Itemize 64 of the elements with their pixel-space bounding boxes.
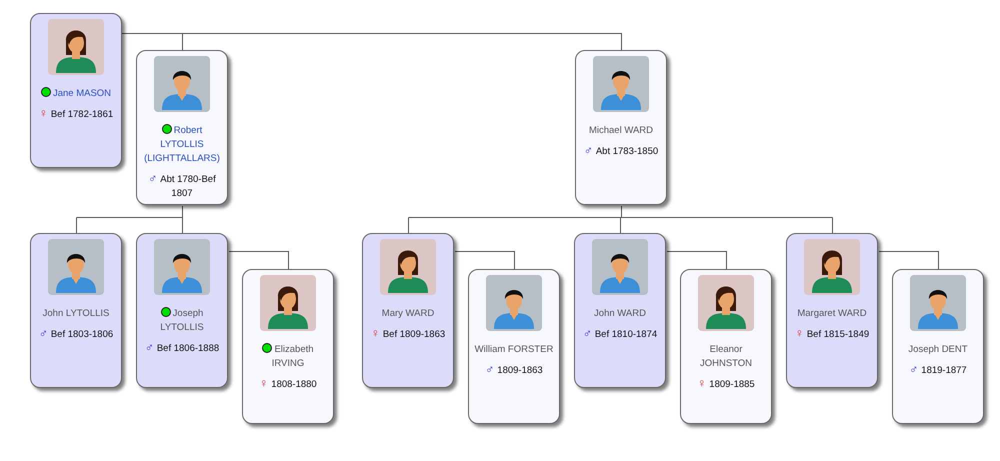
connector-line xyxy=(228,251,289,270)
life-dates: 1819-1877 xyxy=(921,365,967,376)
female-symbol: ♀ xyxy=(794,326,804,340)
life-dates: 1809-1863 xyxy=(497,365,543,376)
woman-avatar-icon xyxy=(698,275,754,331)
person-card[interactable]: John WARD ♂ Bef 1810-1874 xyxy=(574,233,666,388)
person-card[interactable]: Eleanor JOHNSTON ♀ 1809-1885 xyxy=(680,269,772,424)
man-avatar-icon xyxy=(154,56,210,112)
life-dates: Bef 1815-1849 xyxy=(806,329,870,340)
life-dates: 1808-1880 xyxy=(271,379,317,390)
person-name[interactable]: Jane MASON xyxy=(34,87,118,101)
woman-avatar-icon xyxy=(48,19,104,75)
man-avatar-icon xyxy=(154,239,210,295)
person-name: Joseph LYTOLLIS xyxy=(159,307,205,335)
person-card[interactable]: Elizabeth IRVING ♀ 1808-1880 xyxy=(242,269,334,424)
woman-avatar-icon xyxy=(260,275,316,331)
person-card[interactable]: Jane MASON ♀ Bef 1782-1861 xyxy=(30,13,122,168)
life-dates: Bef 1810-1874 xyxy=(594,329,658,340)
life-dates: Bef 1803-1806 xyxy=(50,329,114,340)
man-avatar-icon xyxy=(593,56,649,112)
male-symbol: ♂ xyxy=(909,362,918,376)
man-avatar-icon xyxy=(910,275,966,331)
female-symbol: ♀ xyxy=(259,376,268,390)
person-name: John WARD xyxy=(593,307,647,321)
man-avatar-icon xyxy=(486,275,542,331)
connector-line xyxy=(454,251,515,270)
connector-line xyxy=(666,251,727,270)
male-symbol: ♂ xyxy=(582,326,592,340)
female-symbol: ♀ xyxy=(370,326,380,340)
person-name: William FORSTER xyxy=(474,343,554,357)
person-name: Joseph DENT xyxy=(907,343,969,357)
person-card[interactable]: Margaret WARD ♀ Bef 1815-1849 xyxy=(786,233,878,388)
male-symbol: ♂ xyxy=(485,362,494,376)
life-dates: 1809-1885 xyxy=(709,379,755,390)
life-dates: Bef 1782-1861 xyxy=(50,109,114,120)
person-card[interactable]: Joseph DENT ♂ 1819-1877 xyxy=(892,269,984,424)
person-name[interactable]: Robert LYTOLLIS (LIGHTTALLARS) xyxy=(140,124,224,166)
person-name: John LYTOLLIS xyxy=(42,307,110,321)
life-dates: Bef 1809-1863 xyxy=(382,329,446,340)
male-symbol: ♂ xyxy=(584,143,593,157)
connector-line xyxy=(878,251,939,270)
person-name: Margaret WARD xyxy=(796,307,868,321)
life-dates: Abt 1780-Bef 1807 xyxy=(160,174,216,199)
person-card[interactable]: Mary WARD ♀ Bef 1809-1863 xyxy=(362,233,454,388)
person-name: Eleanor JOHNSTON xyxy=(698,343,754,371)
female-symbol: ♀ xyxy=(38,106,48,120)
person-card[interactable]: Joseph LYTOLLIS ♂ Bef 1806-1888 xyxy=(136,233,228,388)
woman-avatar-icon xyxy=(804,239,860,295)
life-dates: Abt 1783-1850 xyxy=(596,146,658,157)
person-name: Mary WARD xyxy=(380,307,436,321)
male-symbol: ♂ xyxy=(144,340,154,354)
person-name: Elizabeth IRVING xyxy=(246,343,330,371)
man-avatar-icon xyxy=(48,239,104,295)
male-symbol: ♂ xyxy=(148,171,158,185)
person-card[interactable]: Robert LYTOLLIS (LIGHTTALLARS) ♂ Abt 1780-Bef 1807 xyxy=(136,50,228,205)
man-avatar-icon xyxy=(592,239,648,295)
life-dates: Bef 1806-1888 xyxy=(156,343,220,354)
person-card[interactable]: Michael WARD ♂ Abt 1783-1850 xyxy=(575,50,667,205)
person-name: Michael WARD xyxy=(588,124,654,138)
person-card[interactable]: William FORSTER ♂ 1809-1863 xyxy=(468,269,560,424)
male-symbol: ♂ xyxy=(38,326,48,340)
person-card[interactable]: John LYTOLLIS ♂ Bef 1803-1806 xyxy=(30,233,122,388)
female-symbol: ♀ xyxy=(697,376,706,390)
woman-avatar-icon xyxy=(380,239,436,295)
